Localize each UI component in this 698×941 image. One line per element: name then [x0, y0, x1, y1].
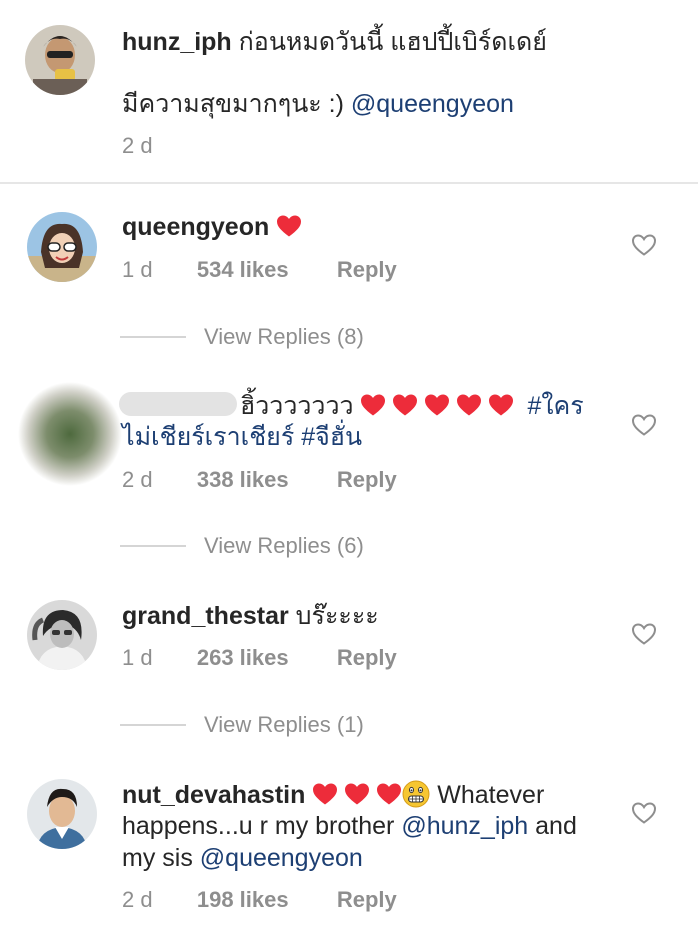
comment-2-line1: ฮิ้ววววววว #ใคร — [240, 390, 584, 422]
comment-2-reply-button[interactable]: Reply — [337, 467, 397, 492]
red-heart-icon — [392, 393, 418, 417]
red-heart-icon — [276, 214, 302, 238]
comment-4-text-line3: my sis — [122, 844, 193, 872]
comment-2-hashtag-1-cont[interactable]: ไม่เชียร์เราเชียร์ — [122, 423, 294, 451]
avatar-blurred[interactable] — [18, 382, 122, 486]
comment-4-text-line2: happens...u r my brother — [122, 812, 395, 840]
view-replies-label[interactable]: View Replies (8) — [204, 324, 364, 350]
comment-2-time: 2 d — [122, 467, 153, 492]
comment-2-hashtag-2[interactable]: #จีฮั่น — [301, 423, 362, 451]
comment-2-meta: 2 d 338 likes Reply — [122, 467, 397, 493]
caption-meta: 2 d — [122, 133, 153, 159]
comment-4-line3: my sis @queengyeon — [122, 842, 363, 874]
red-heart-icon — [424, 393, 450, 417]
caption-line2: มีความสุขมากๆนะ :) @queengyeon — [122, 88, 514, 120]
view-replies-label[interactable]: View Replies (1) — [204, 712, 364, 738]
caption-mention[interactable]: @queengyeon — [351, 90, 514, 118]
avatar-grand-thestar[interactable] — [27, 600, 97, 670]
like-heart-icon[interactable] — [631, 233, 657, 257]
comment-3-text: บร๊ะะะะ — [295, 602, 379, 630]
avatar-image — [27, 779, 97, 849]
caption-divider — [0, 182, 698, 184]
comment-4-mention-2[interactable]: @queengyeon — [200, 844, 363, 872]
like-heart-icon[interactable] — [631, 622, 657, 646]
grimacing-face-icon — [402, 780, 430, 808]
comment-4-text-line1: Whatever — [437, 781, 545, 809]
like-heart-icon[interactable] — [631, 413, 657, 437]
like-heart-icon[interactable] — [631, 801, 657, 825]
caption-time: 2 d — [122, 133, 153, 158]
comment-3-meta: 1 d 263 likes Reply — [122, 645, 397, 671]
comment-4-text-and: and — [535, 812, 577, 840]
avatar-image — [27, 212, 97, 282]
red-heart-icon — [376, 782, 402, 806]
red-heart-icon — [312, 782, 338, 806]
caption-text-line2: มีความสุขมากๆนะ :) — [122, 90, 344, 118]
comment-4-line2: happens...u r my brother @hunz_iph and — [122, 810, 577, 842]
caption-username[interactable]: hunz_iph — [122, 28, 232, 56]
comment-2-text: ฮิ้ววววววว — [240, 392, 354, 420]
replies-divider-line — [120, 724, 186, 726]
comment-2-likes[interactable]: 338 likes — [197, 467, 289, 492]
replies-divider-line — [120, 336, 186, 338]
replies-divider-line — [120, 545, 186, 547]
comment-4-username[interactable]: nut_devahastin — [122, 781, 305, 809]
comment-3-body: grand_thestar บร๊ะะะะ — [122, 600, 379, 632]
blurred-avatar-image — [18, 382, 122, 486]
comment-4-mention-1[interactable]: @hunz_iph — [401, 812, 528, 840]
blurred-username — [119, 392, 237, 416]
comment-3-username[interactable]: grand_thestar — [122, 602, 289, 630]
avatar-image — [25, 25, 95, 95]
avatar-nut-devahastin[interactable] — [27, 779, 97, 849]
avatar-queengyeon[interactable] — [27, 212, 97, 282]
comment-4-line1: nut_devahastin Whatever — [122, 779, 544, 811]
comment-3-likes[interactable]: 263 likes — [197, 645, 289, 670]
comment-1-username[interactable]: queengyeon — [122, 213, 269, 241]
comment-3-reply-button[interactable]: Reply — [337, 645, 397, 670]
comment-4-likes[interactable]: 198 likes — [197, 887, 289, 912]
comment-1-meta: 1 d 534 likes Reply — [122, 257, 397, 283]
red-heart-icon — [456, 393, 482, 417]
comment-4-meta: 2 d 198 likes Reply — [122, 887, 397, 913]
view-replies-label[interactable]: View Replies (6) — [204, 533, 364, 559]
comment-4-reply-button[interactable]: Reply — [337, 887, 397, 912]
comment-1-likes[interactable]: 534 likes — [197, 257, 289, 282]
caption-line1: hunz_iph ก่อนหมดวันนี้ แฮปปี้เบิร์ดเดย์ — [122, 26, 547, 58]
comment-3-time: 1 d — [122, 645, 153, 670]
avatar-image — [27, 600, 97, 670]
comment-2-hashtag-1[interactable]: #ใคร — [527, 392, 583, 420]
red-heart-icon — [344, 782, 370, 806]
comment-1-body: queengyeon — [122, 211, 302, 243]
red-heart-icon — [360, 393, 386, 417]
comment-1-time: 1 d — [122, 257, 153, 282]
comment-4-time: 2 d — [122, 887, 153, 912]
caption-text-line1: ก่อนหมดวันนี้ แฮปปี้เบิร์ดเดย์ — [238, 28, 547, 56]
comment-1-reply-button[interactable]: Reply — [337, 257, 397, 282]
red-heart-icon — [488, 393, 514, 417]
comment-2-line2: ไม่เชียร์เราเชียร์ #จีฮั่น — [122, 421, 362, 453]
avatar-hunz-iph[interactable] — [25, 25, 95, 95]
